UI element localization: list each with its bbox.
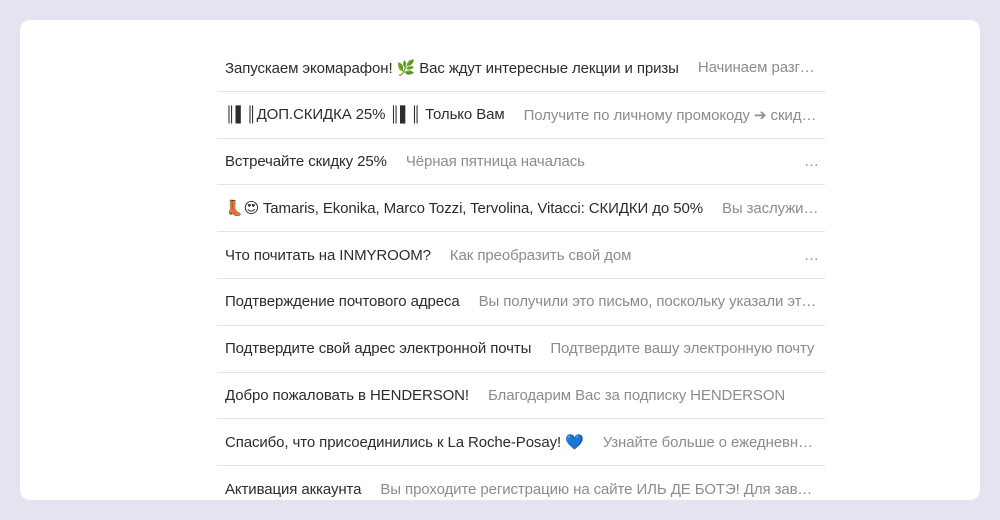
email-row[interactable]: Добро пожаловать в HENDERSON! Благодарим… (217, 373, 825, 420)
email-row[interactable]: Подтвердите свой адрес электронной почты… (217, 326, 825, 373)
email-preview: Вы получили это письмо, поскольку указал… (478, 293, 819, 311)
email-subject: ║▌║ДОП.СКИДКА 25% ║▌║ Только Вам (225, 106, 505, 124)
email-subject: Активация аккаунта (225, 481, 362, 499)
email-row[interactable]: ║▌║ДОП.СКИДКА 25% ║▌║ Только Вам Получит… (217, 92, 825, 139)
email-preview: Как преобразить свой дом (449, 246, 632, 264)
email-preview: Получите по личному промокоду ➔ скидку н… (523, 106, 819, 124)
email-preview: Узнайте больше о ежедневном уходе (602, 433, 819, 451)
email-subject: Спасибо, что присоединились к La Roche-P… (225, 434, 584, 452)
email-subject: Подтверждение почтового адреса (225, 293, 460, 311)
email-subject: 👢😍 Tamaris, Ekonika, Marco Tozzi, Tervol… (225, 200, 703, 218)
email-preview: Подтвердите вашу электронную почту (550, 340, 815, 358)
email-preview: Благодарим Вас за подписку HENDERSON (487, 386, 786, 404)
email-subject: Что почитать на INMYROOM? (225, 246, 431, 264)
email-list: Запускаем экомарафон! 🌿 Вас ждут интерес… (217, 45, 825, 500)
email-preview: Вы заслужили это (721, 199, 819, 217)
email-row[interactable]: Что почитать на INMYROOM? Как преобразит… (217, 232, 825, 279)
email-subject: Подтвердите свой адрес электронной почты (225, 340, 532, 358)
email-list-card: Запускаем экомарафон! 🌿 Вас ждут интерес… (20, 20, 980, 500)
email-preview-ellipsis: … (804, 246, 819, 264)
email-row[interactable]: Встречайте скидку 25% Чёрная пятница нач… (217, 139, 825, 186)
email-row[interactable]: Спасибо, что присоединились к La Roche-P… (217, 419, 825, 467)
email-row[interactable]: Запускаем экомарафон! 🌿 Вас ждут интерес… (217, 45, 825, 92)
email-row[interactable]: Подтверждение почтового адреса Вы получи… (217, 279, 825, 326)
email-row[interactable]: 👢😍 Tamaris, Ekonika, Marco Tozzi, Tervol… (217, 185, 825, 233)
email-preview: Начинаем разговор о том, как заботиться … (697, 59, 819, 77)
email-subject: Запускаем экомарафон! 🌿 Вас ждут интерес… (225, 59, 679, 77)
email-preview: Чёрная пятница началась (405, 152, 585, 170)
email-row[interactable]: Активация аккаунта Вы проходите регистра… (217, 466, 825, 500)
email-preview-ellipsis: … (804, 152, 819, 170)
email-subject: Встречайте скидку 25% (225, 152, 387, 170)
email-subject: Добро пожаловать в HENDERSON! (225, 386, 469, 404)
email-preview: Вы проходите регистрацию на сайте ИЛЬ ДЕ… (380, 481, 819, 499)
